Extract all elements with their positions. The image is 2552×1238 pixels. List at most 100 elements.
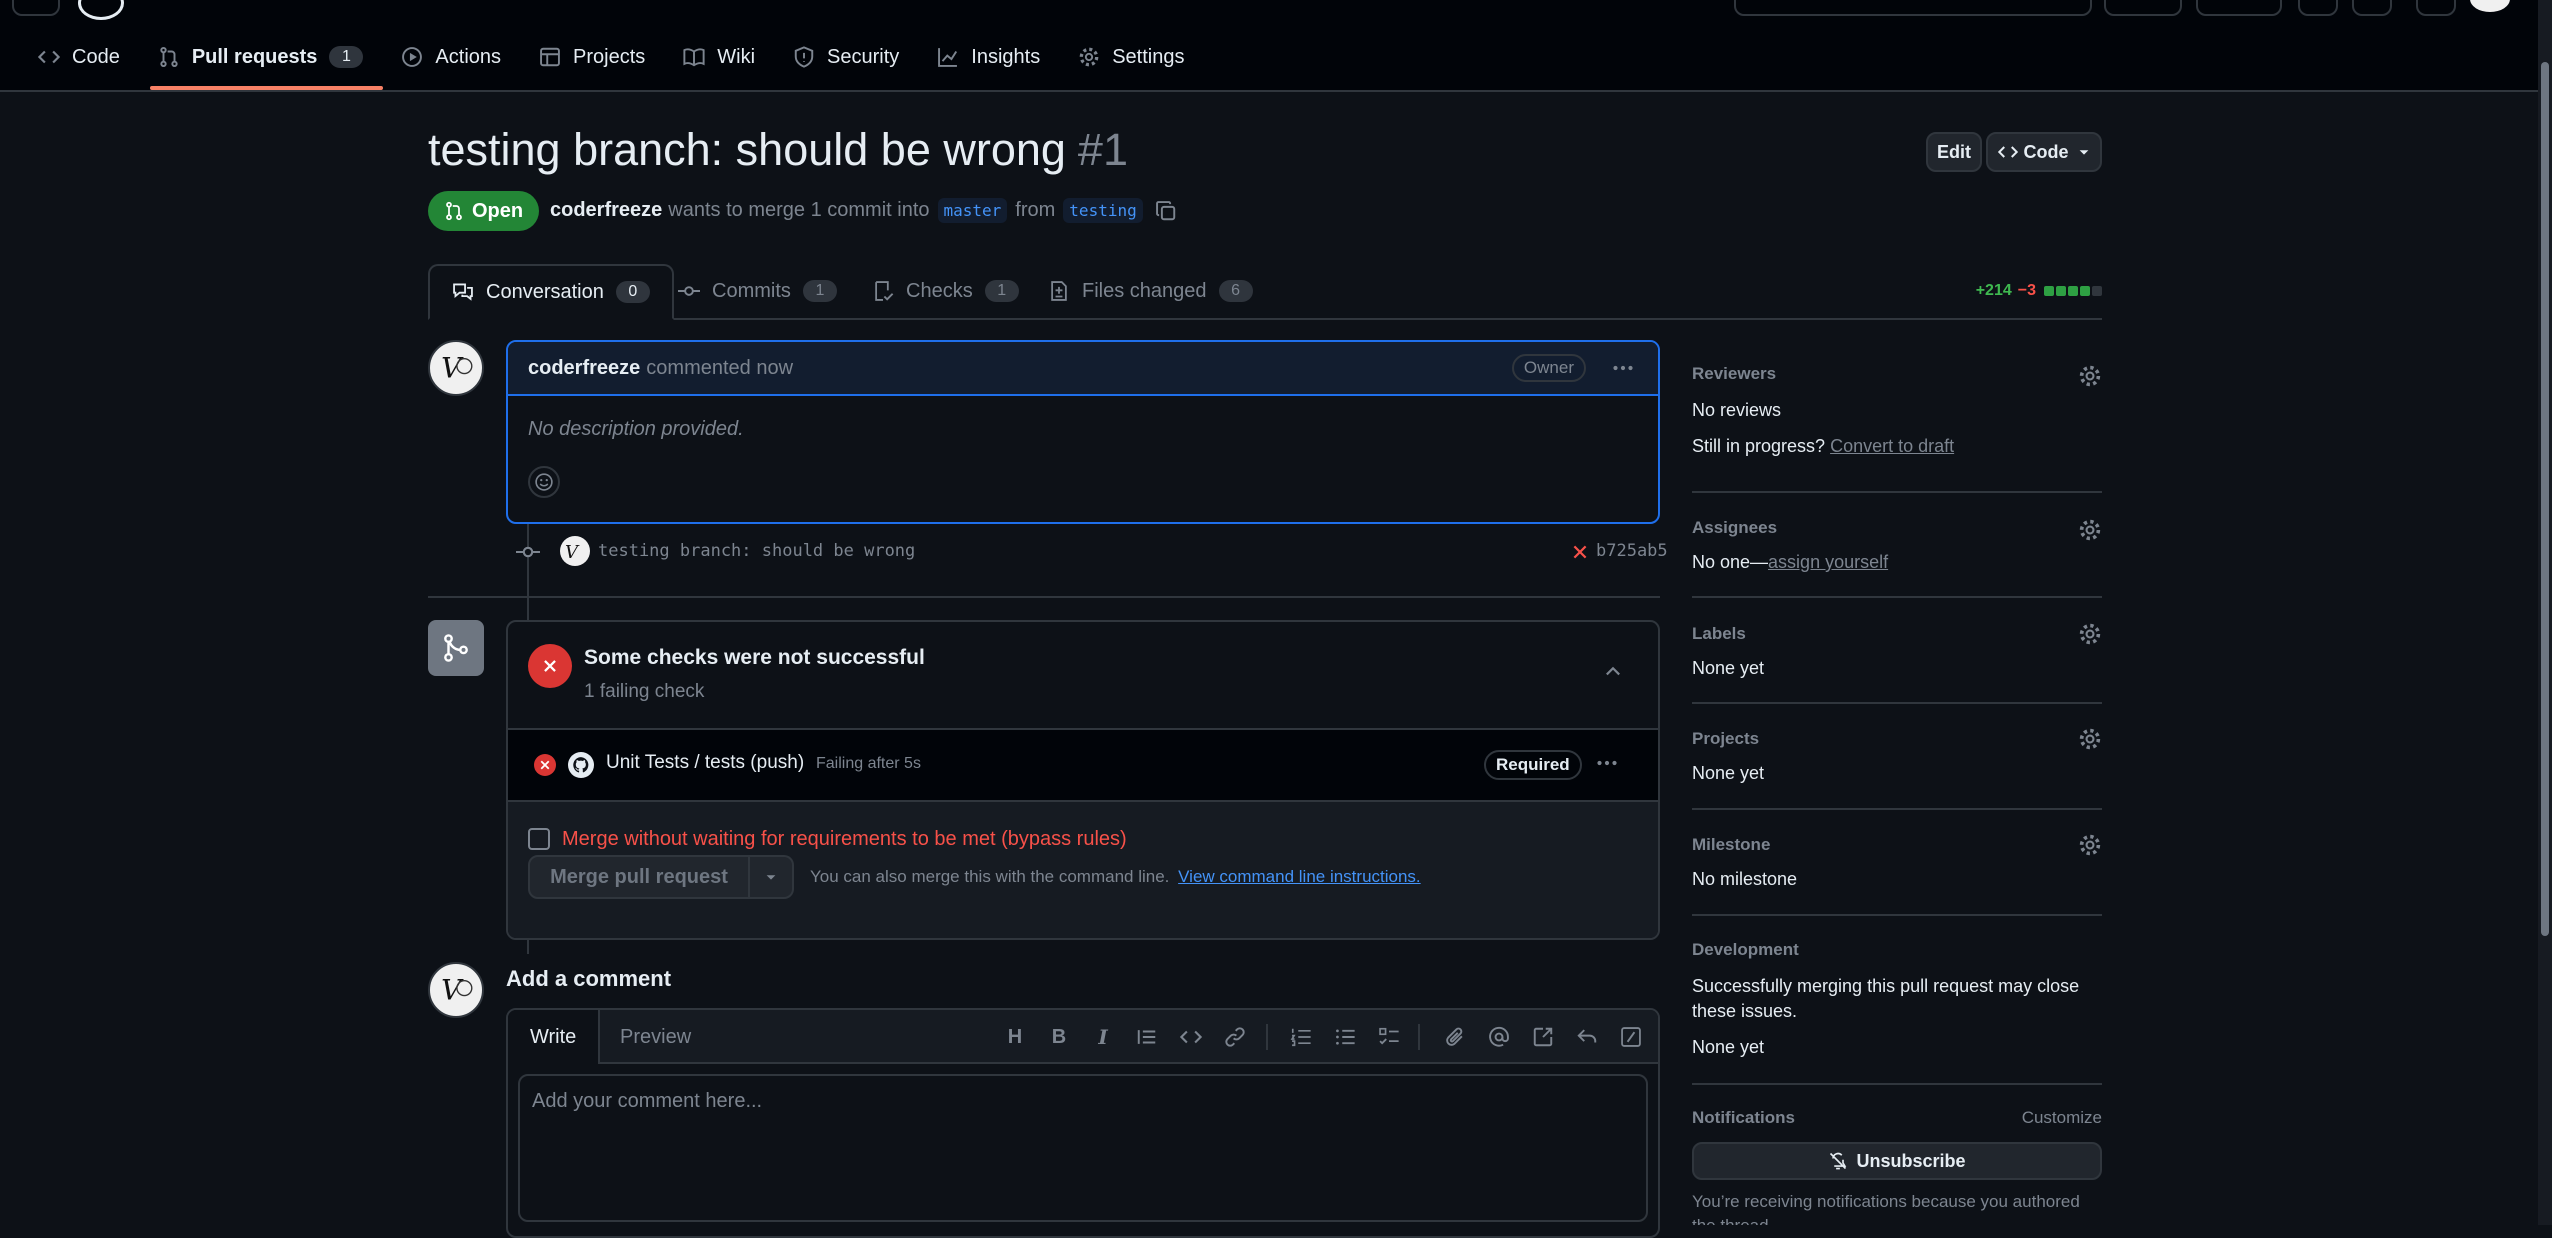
tab-commits[interactable]: Commits 1 xyxy=(678,264,837,318)
ordered-list-button[interactable] xyxy=(1288,1024,1314,1050)
reply-icon xyxy=(1577,1029,1597,1043)
command-line-instructions-link[interactable]: View command line instructions. xyxy=(1178,867,1421,886)
merge-pull-request-button[interactable]: Merge pull request xyxy=(528,855,750,899)
gear-icon[interactable] xyxy=(2078,518,2102,542)
sidebar-projects: Projects None yet xyxy=(1692,727,2102,789)
unsubscribe-label: Unsubscribe xyxy=(1856,1150,1966,1171)
nav-projects[interactable]: Projects xyxy=(525,33,659,81)
quote-button[interactable] xyxy=(1134,1024,1160,1050)
heading-button[interactable]: H xyxy=(1002,1024,1028,1050)
development-text: Successfully merging this pull request m… xyxy=(1692,976,2080,1021)
code-button[interactable] xyxy=(1178,1024,1204,1050)
edit-title-button[interactable]: Edit xyxy=(1926,132,1982,172)
timeline-line xyxy=(527,598,529,620)
github-logo-icon[interactable] xyxy=(78,0,124,20)
preview-tab[interactable]: Preview xyxy=(620,1010,691,1064)
nav-actions[interactable]: Actions xyxy=(387,33,515,81)
write-tab[interactable]: Write xyxy=(508,1010,601,1064)
tab-conversation-count: 0 xyxy=(615,281,650,303)
nav-wiki[interactable]: Wiki xyxy=(669,33,769,81)
scrollbar-thumb[interactable] xyxy=(2541,62,2549,936)
comment-author[interactable]: coderfreeze xyxy=(528,357,640,380)
commit-author-avatar[interactable]: V xyxy=(560,536,590,566)
nav-actions-label: Actions xyxy=(435,45,502,68)
bypass-label[interactable]: Merge without waiting for requirements t… xyxy=(562,828,1127,851)
draft-hint: Still in progress? Convert to draft xyxy=(1692,436,1954,457)
reviewers-value: No reviews xyxy=(1692,400,1782,420)
check-options-button[interactable] xyxy=(1592,748,1622,778)
sidebar-assignees: Assignees No one—assign yourself xyxy=(1692,518,2102,578)
labels-value: None yet xyxy=(1692,658,1765,678)
unordered-list-button[interactable] xyxy=(1332,1024,1358,1050)
comment-author-avatar[interactable]: V xyxy=(428,340,484,396)
nav-code[interactable]: Code xyxy=(24,33,134,81)
sidebar-milestone: Milestone No milestone xyxy=(1692,833,2102,895)
assign-yourself-link[interactable]: assign yourself xyxy=(1768,552,1888,572)
nav-pull-requests[interactable]: Pull requests 1 xyxy=(144,33,384,90)
customize-link[interactable]: Customize xyxy=(2022,1108,2102,1128)
x-icon[interactable] xyxy=(1570,542,1590,562)
sidebar-divider xyxy=(1692,1083,2102,1085)
commit-message[interactable]: testing branch: should be wrong xyxy=(598,541,915,561)
mention-button[interactable] xyxy=(1486,1024,1512,1050)
current-user-avatar[interactable]: V xyxy=(428,962,484,1018)
gear-icon[interactable] xyxy=(2078,833,2102,857)
tab-checks-label: Checks xyxy=(906,279,973,302)
page-scrollbar[interactable] xyxy=(2538,0,2552,1225)
smiley-icon xyxy=(535,473,553,491)
issues-icon[interactable] xyxy=(2298,0,2338,16)
nav-insights[interactable]: Insights xyxy=(923,33,1054,81)
convert-to-draft-link[interactable]: Convert to draft xyxy=(1830,436,1954,456)
code-icon xyxy=(1997,146,2018,158)
reference-button[interactable] xyxy=(1530,1024,1556,1050)
required-badge: Required xyxy=(1484,750,1582,780)
gear-icon[interactable] xyxy=(2078,622,2102,646)
tab-files-changed[interactable]: Files changed 6 xyxy=(1048,264,1253,318)
tab-checks[interactable]: Checks 1 xyxy=(872,264,1019,318)
create-new-button[interactable] xyxy=(2196,0,2282,16)
code-dropdown-button[interactable]: Code xyxy=(1986,132,2102,172)
merge-box: Some checks were not successful 1 failin… xyxy=(506,620,1660,940)
check-row[interactable]: Unit Tests / tests (push) Failing after … xyxy=(508,730,1658,802)
base-branch[interactable]: master xyxy=(937,198,1008,223)
comment-timestamp[interactable]: commented now xyxy=(646,357,793,380)
link-button[interactable] xyxy=(1222,1024,1248,1050)
check-name[interactable]: Unit Tests / tests (push) xyxy=(606,752,804,774)
user-avatar[interactable] xyxy=(2470,0,2510,12)
copy-icon[interactable] xyxy=(1155,200,1177,222)
attach-files-button[interactable] xyxy=(1442,1024,1468,1050)
pull-requests-icon[interactable] xyxy=(2352,0,2392,16)
search-input[interactable] xyxy=(1734,0,2092,16)
add-reaction-button[interactable] xyxy=(528,466,560,498)
merge-area: Merge without waiting for requirements t… xyxy=(508,802,1658,938)
unsubscribe-button[interactable]: Unsubscribe xyxy=(1692,1142,2102,1180)
inbox-icon[interactable] xyxy=(2416,0,2456,16)
bold-button[interactable]: B xyxy=(1046,1024,1072,1050)
italic-button[interactable]: I xyxy=(1090,1024,1116,1050)
gear-icon xyxy=(1079,47,1099,67)
chevron-up-icon[interactable] xyxy=(1602,660,1624,682)
gear-icon[interactable] xyxy=(2078,727,2102,751)
merge-method-dropdown[interactable] xyxy=(750,855,794,899)
copilot-button[interactable] xyxy=(2104,0,2182,16)
comment-discussion-icon xyxy=(453,283,473,301)
sidebar-divider xyxy=(1692,596,2102,598)
nav-settings[interactable]: Settings xyxy=(1064,33,1198,81)
menu-button[interactable] xyxy=(12,0,60,16)
git-commit-icon xyxy=(678,286,700,296)
tab-conversation[interactable]: Conversation 0 xyxy=(428,264,674,320)
slash-commands-button[interactable] xyxy=(1618,1024,1644,1050)
task-list-button[interactable] xyxy=(1376,1024,1402,1050)
file-diff-icon xyxy=(1051,281,1067,301)
sidebar-reviewers: Reviewers No reviews Still in progress? … xyxy=(1692,364,2102,474)
head-branch[interactable]: testing xyxy=(1063,198,1143,223)
comment-options-button[interactable] xyxy=(1608,353,1638,383)
commit-sha[interactable]: b725ab5 xyxy=(1596,541,1668,561)
bypass-checkbox[interactable] xyxy=(528,828,550,850)
comment-textarea[interactable]: Add your comment here... xyxy=(518,1074,1648,1222)
saved-replies-button[interactable] xyxy=(1574,1024,1600,1050)
gear-icon[interactable] xyxy=(2078,364,2102,388)
pr-author[interactable]: coderfreeze xyxy=(550,199,662,222)
nav-security[interactable]: Security xyxy=(779,33,913,81)
code-icon xyxy=(38,50,60,64)
